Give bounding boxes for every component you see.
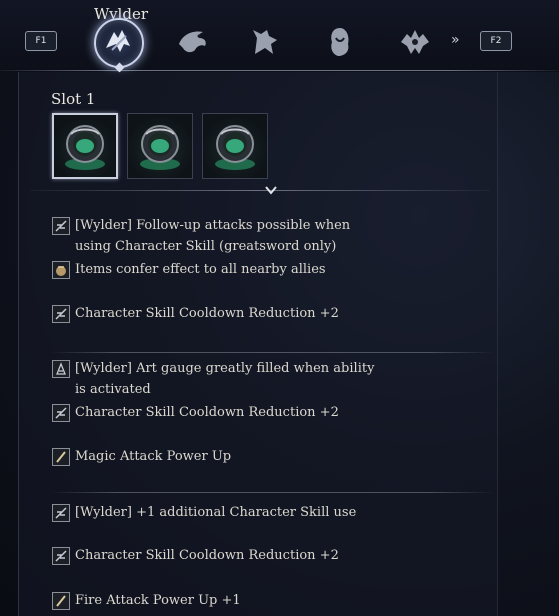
relic-slot-2[interactable]: [127, 113, 193, 179]
effect-text: Fire Attack Power Up +1: [75, 593, 241, 608]
effect-text: [Wylder] Art gauge greatly filled when a…: [75, 361, 375, 397]
tab-wylder[interactable]: [94, 18, 144, 68]
staff-icon: [52, 592, 70, 610]
relic-slot-3[interactable]: [202, 113, 268, 179]
relic-chalice-icon: [215, 125, 255, 170]
effect-row: [Wylder] Follow-up attacks possible when…: [52, 215, 375, 257]
skill-icon: [52, 217, 70, 235]
skill-icon: [52, 404, 70, 422]
more-tabs-chevron[interactable]: »: [451, 32, 460, 48]
effect-text: [Wylder] +1 additional Character Skill u…: [75, 505, 357, 520]
effect-text: Magic Attack Power Up: [75, 449, 232, 464]
section-divider: [30, 190, 490, 191]
art-gauge-icon: [52, 360, 70, 378]
tab-hooded-figure[interactable]: [320, 22, 360, 62]
relic-chalice-icon: [140, 125, 180, 170]
chevron-down-icon[interactable]: [264, 183, 278, 197]
effect-row: [Wylder] +1 additional Character Skill u…: [52, 502, 375, 523]
effect-text: [Wylder] Follow-up attacks possible when…: [75, 218, 351, 254]
item-pouch-icon: [52, 261, 70, 279]
tab-dragon-crest[interactable]: [395, 22, 435, 62]
hooded-figure-icon: [331, 28, 349, 56]
skill-icon: [52, 504, 70, 522]
tab-bar-divider: [0, 70, 559, 71]
effect-text: Items confer effect to all nearby allies: [75, 262, 326, 277]
effect-row: Items confer effect to all nearby allies: [52, 259, 375, 280]
slot-title: Slot 1: [51, 90, 96, 108]
skill-icon: [52, 547, 70, 565]
staff-icon: [52, 448, 70, 466]
effect-text: Character Skill Cooldown Reduction +2: [75, 306, 339, 321]
relic-separator: [50, 492, 494, 493]
eagle-icon: [179, 31, 206, 53]
effect-row: Fire Attack Power Up +1: [52, 590, 375, 611]
tab-eagle[interactable]: [173, 22, 213, 62]
skill-icon: [52, 305, 70, 323]
wolf-icon: [253, 30, 277, 54]
relic-slot-1[interactable]: [52, 113, 118, 179]
effect-row: Character Skill Cooldown Reduction +2: [52, 545, 375, 566]
effect-row: Character Skill Cooldown Reduction +2: [52, 303, 375, 324]
effect-text: Character Skill Cooldown Reduction +2: [75, 548, 339, 563]
relic-separator: [50, 352, 494, 353]
relic-chalice-icon: [65, 125, 105, 170]
wylder-icon: [106, 30, 130, 52]
effect-row: [Wylder] Art gauge greatly filled when a…: [52, 358, 375, 400]
next-character-key[interactable]: F2: [480, 31, 512, 51]
tab-wolf[interactable]: [245, 22, 285, 62]
effect-text: Character Skill Cooldown Reduction +2: [75, 405, 339, 420]
effect-row: Character Skill Cooldown Reduction +2: [52, 402, 375, 423]
effect-row: Magic Attack Power Up: [52, 446, 375, 467]
dragon-crest-icon: [401, 30, 429, 54]
prev-character-key[interactable]: F1: [25, 31, 57, 51]
